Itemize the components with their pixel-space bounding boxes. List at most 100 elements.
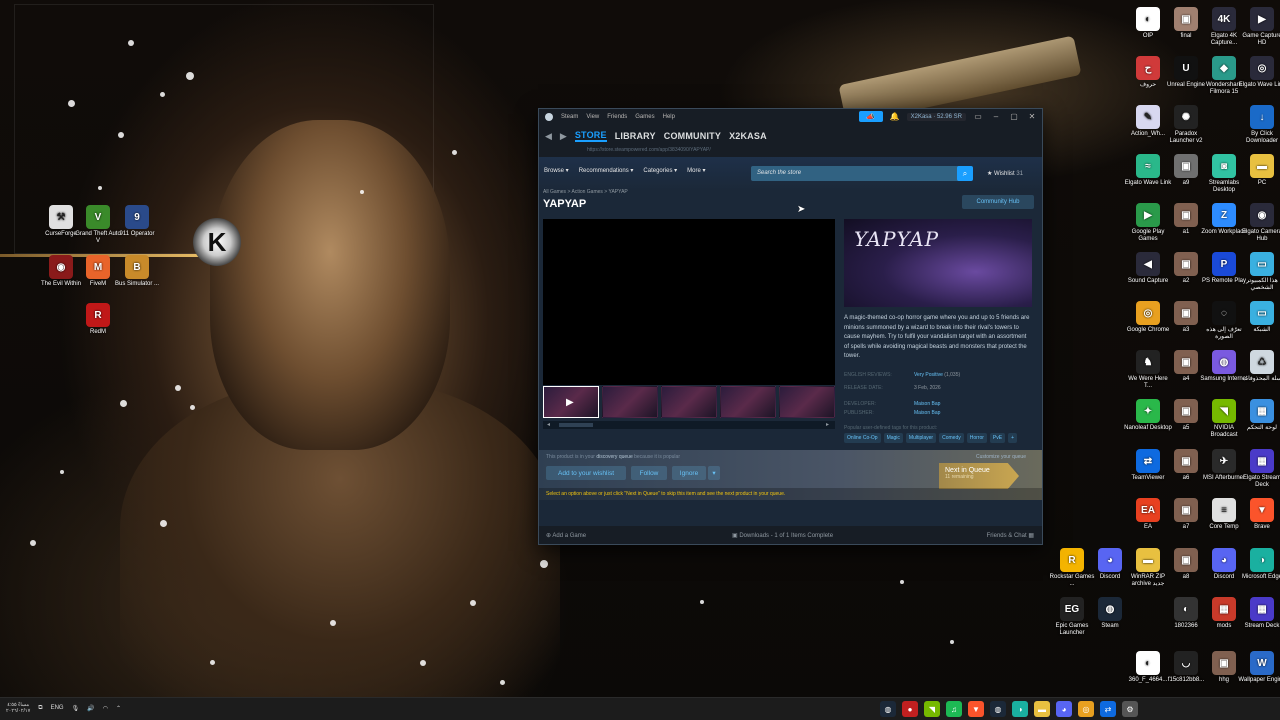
show-hidden-icons-icon[interactable]: ⌃: [116, 705, 121, 712]
media-scroll-thumb[interactable]: [559, 423, 593, 427]
clock[interactable]: مساءً ٤:٥٥ ٢٠٢٦/٠٢/١٧: [6, 702, 30, 714]
desktop-icon[interactable]: ▶ Game Capture HD: [1238, 7, 1280, 47]
downloads-button[interactable]: ▣ Downloads - 1 of 1 Items Complete: [732, 532, 833, 539]
customize-queue-link[interactable]: Customize your queue: [976, 454, 1026, 460]
notification-bell-icon[interactable]: 🔔: [889, 112, 901, 121]
game-tag[interactable]: Multiplayer: [905, 433, 937, 443]
maximize-button[interactable]: ▢: [1008, 112, 1020, 121]
bokeh-dot: [118, 132, 124, 138]
game-tag[interactable]: Magic: [883, 433, 903, 443]
desktop-icon-label: Steam: [1101, 623, 1119, 629]
desktop-icon[interactable]: ◎ Elgato Wave Link: [1238, 56, 1280, 89]
ignore-button[interactable]: Ignore: [672, 466, 706, 480]
forward-arrow-icon[interactable]: ▶: [560, 131, 567, 142]
chrome-icon[interactable]: ◎: [1078, 701, 1094, 717]
desktop-icon[interactable]: ◑ Microsoft Edge: [1238, 548, 1280, 581]
spotify-icon[interactable]: ♫: [946, 701, 962, 717]
chevron-right-icon[interactable]: ▸: [826, 421, 829, 428]
menu-friends[interactable]: Friends: [607, 114, 627, 120]
developer-link[interactable]: Maison Bap: [914, 401, 940, 407]
teamviewer-icon[interactable]: ⇄: [1100, 701, 1116, 717]
big-picture-icon[interactable]: ▭: [972, 112, 984, 121]
steam-icon[interactable]: ◍: [990, 701, 1006, 717]
desktop-icon[interactable]: ▭ هذا الكمبيوتر الشخصي: [1238, 252, 1280, 292]
next-in-queue-button[interactable]: Next in Queue 11 remaining: [939, 463, 1019, 489]
menu-games[interactable]: Games: [635, 114, 654, 120]
notifications-icon[interactable]: ⧉: [38, 705, 42, 712]
tab-library[interactable]: LIBRARY: [615, 131, 656, 141]
brave-icon: ▼: [1250, 498, 1274, 522]
wishlist-link[interactable]: ★ Wishlist 31: [987, 170, 1023, 177]
desktop-icon[interactable]: ▦ Stream Deck: [1238, 597, 1280, 630]
desktop-icon[interactable]: ▦ Elgato Stream Deck: [1238, 449, 1280, 489]
desktop-icon[interactable]: ◍ Steam: [1086, 597, 1134, 630]
game-tag[interactable]: Online Co-Op: [844, 433, 881, 443]
url-bar[interactable]: https://store.steampowered.com/app/38340…: [539, 147, 1042, 157]
chevron-left-icon[interactable]: ◂: [547, 421, 550, 428]
discord-icon[interactable]: ◕: [1056, 701, 1072, 717]
desktop-icon[interactable]: ◉ Elgato Camera Hub: [1238, 203, 1280, 243]
desktop-icon[interactable]: 9 911 Operator: [113, 205, 161, 238]
back-arrow-icon[interactable]: ◀: [545, 131, 552, 142]
reviews-value[interactable]: Very Positive: [914, 372, 943, 378]
store-menu-browse[interactable]: Browse ▾: [544, 167, 569, 174]
game-tag[interactable]: PvE: [989, 433, 1006, 443]
desktop-icon[interactable]: B Bus Simulator ...: [113, 255, 161, 288]
volume-icon[interactable]: 🔊: [87, 705, 94, 712]
nvidia-icon[interactable]: ◥: [924, 701, 940, 717]
desktop-icon[interactable]: ▼ Brave: [1238, 498, 1280, 531]
desktop-icon[interactable]: W Wallpaper Engine: [1238, 651, 1280, 684]
announcement-button[interactable]: 📣: [858, 111, 883, 122]
explorer-icon[interactable]: ▬: [1034, 701, 1050, 717]
media-thumbnail[interactable]: [602, 386, 658, 418]
search-button[interactable]: ⌕: [957, 166, 973, 181]
game-tag[interactable]: Horror: [966, 433, 987, 443]
desktop-icon[interactable]: ▦ لوحة التحكم: [1238, 399, 1280, 432]
account-menu[interactable]: X2Kasa · 52.96 SR: [906, 112, 966, 121]
language-indicator[interactable]: ENG: [51, 705, 64, 711]
add-to-wishlist-button[interactable]: Add to your wishlist: [546, 466, 626, 480]
record-icon[interactable]: ●: [902, 701, 918, 717]
menu-help[interactable]: Help: [663, 114, 675, 120]
close-button[interactable]: ✕: [1026, 112, 1038, 121]
breadcrumb[interactable]: All Games > Action Games > YAPYAP: [543, 189, 628, 195]
queue-note-link[interactable]: discovery queue: [596, 454, 632, 460]
desktop-icon[interactable]: ▬ PC: [1238, 154, 1280, 187]
store-menu-recommendations[interactable]: Recommendations ▾: [579, 167, 634, 174]
media-thumbnail[interactable]: ▶: [543, 386, 599, 418]
desktop-icon[interactable]: ✺ Paradox Launcher v2: [1162, 105, 1210, 145]
community-hub-button[interactable]: Community Hub: [962, 195, 1034, 209]
wifi-icon[interactable]: ◠: [103, 705, 108, 712]
store-search-input[interactable]: Search the store: [751, 166, 963, 181]
learn-icon: ◌: [1212, 301, 1236, 325]
desktop-icon[interactable]: R RedM: [74, 303, 122, 336]
microphone-icon[interactable]: 🎙: [72, 705, 80, 712]
menu-steam[interactable]: Steam: [561, 114, 578, 120]
media-thumbnail[interactable]: [720, 386, 776, 418]
minimize-button[interactable]: –: [990, 112, 1002, 121]
steam-icon[interactable]: ◍: [880, 701, 896, 717]
edge-icon[interactable]: ◑: [1012, 701, 1028, 717]
media-scrollbar[interactable]: ◂ ▸: [543, 421, 835, 429]
tab-profile[interactable]: X2KASA: [729, 131, 767, 141]
follow-button[interactable]: Follow: [631, 466, 667, 480]
media-player[interactable]: [543, 219, 835, 385]
store-menu-more[interactable]: More ▾: [687, 167, 705, 174]
store-menu-categories[interactable]: Categories ▾: [643, 167, 677, 174]
menu-view[interactable]: View: [586, 114, 599, 120]
media-thumbnail[interactable]: [779, 386, 835, 418]
desktop-icon[interactable]: ▭ الشبكة: [1238, 301, 1280, 334]
game-tag[interactable]: +: [1008, 433, 1017, 443]
media-thumbnail[interactable]: [661, 386, 717, 418]
settings-icon[interactable]: ⚙: [1122, 701, 1138, 717]
brave-icon[interactable]: ▼: [968, 701, 984, 717]
add-game-button[interactable]: ⊕ Add a Game: [546, 532, 586, 539]
publisher-link[interactable]: Maison Bap: [914, 410, 940, 416]
tab-store[interactable]: STORE: [574, 130, 607, 142]
desktop-icon[interactable]: ↓ By Click Downloader: [1238, 105, 1280, 145]
friends-chat-button[interactable]: Friends & Chat ▦: [987, 532, 1034, 539]
tab-community[interactable]: COMMUNITY: [664, 131, 721, 141]
ignore-dropdown-icon[interactable]: ▾: [708, 466, 720, 480]
game-tag[interactable]: Comedy: [939, 433, 964, 443]
desktop-icon[interactable]: ♺ سلة المحذوفات: [1238, 350, 1280, 383]
